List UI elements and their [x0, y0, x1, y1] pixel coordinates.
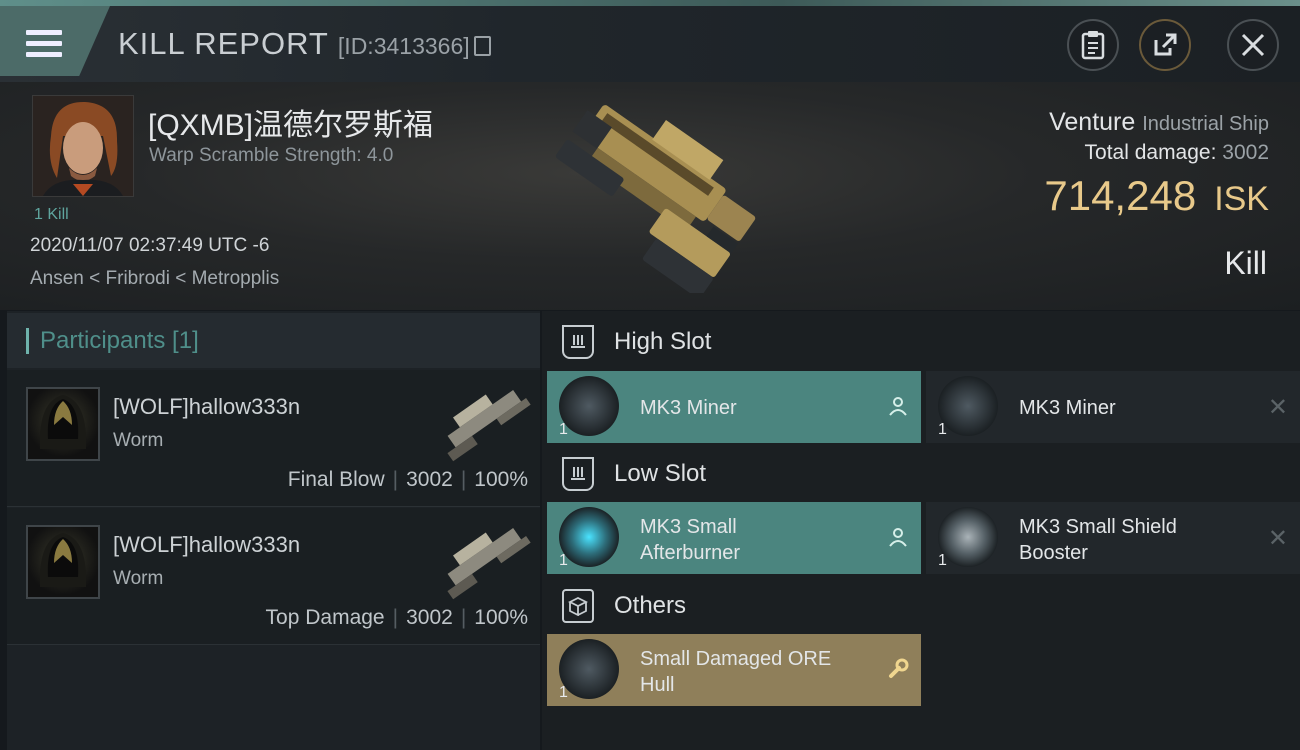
- high-slot-label: High Slot: [614, 328, 712, 355]
- others-header: Others: [562, 586, 686, 626]
- clipboard-button[interactable]: [1067, 19, 1119, 71]
- participant-avatar[interactable]: [26, 387, 100, 461]
- module-quantity: 1: [938, 421, 947, 438]
- victim-name: [QXMB]温德尔罗斯福: [148, 109, 434, 142]
- module-name: MK3 Small Afterburner: [640, 516, 741, 564]
- low-slot-label: Low Slot: [614, 460, 707, 487]
- miner-module-icon: [938, 376, 998, 436]
- kill-datetime: 2020/11/07 02:37:49 UTC -6: [30, 235, 270, 256]
- ship-class: Industrial Ship: [1142, 113, 1269, 135]
- module-item[interactable]: 1 MK3 Miner ✕: [926, 371, 1300, 443]
- module-item[interactable]: 1 Small Damaged ORE Hull: [547, 634, 921, 706]
- participant-damage: 3002: [406, 468, 453, 491]
- participant-role: Top Damage: [265, 606, 385, 629]
- participant-role: Final Blow: [287, 468, 385, 491]
- participant-ship: Worm: [113, 568, 164, 589]
- participant-stats: Top Damage | 3002 | 100%: [265, 606, 528, 629]
- participant-percent: 100%: [474, 606, 528, 629]
- participants-header: Participants [1]: [7, 313, 540, 368]
- shield-booster-module-icon: [938, 507, 998, 567]
- destroyed-x-icon: ✕: [1267, 525, 1288, 552]
- kill-id: [ID:3413366]: [337, 33, 470, 59]
- ship-name: Venture: [1049, 108, 1136, 136]
- dropped-person-icon: [889, 397, 907, 416]
- victim-kill-count: 1 Kill: [34, 206, 69, 223]
- low-slot-icon: [562, 457, 594, 491]
- module-name: Small Damaged ORE Hull: [640, 648, 832, 696]
- low-slot-header: Low Slot: [562, 454, 706, 494]
- module-item[interactable]: 1 MK3 Small Afterburner: [547, 502, 921, 574]
- wrench-icon: [889, 658, 909, 678]
- cargo-box-icon: [562, 589, 594, 623]
- module-quantity: 1: [938, 552, 947, 569]
- participant-name: [WOLF]hallow333n: [113, 532, 301, 557]
- portrait-icon: [33, 96, 133, 196]
- module-quantity: 1: [559, 684, 568, 701]
- miner-module-icon: [559, 376, 619, 436]
- participant-avatar[interactable]: [26, 525, 100, 599]
- participants-title: Participants [1]: [40, 327, 199, 354]
- menu-icon: [26, 30, 62, 58]
- module-name: MK3 Small Shield Booster: [1019, 516, 1177, 564]
- page-title: KILL REPORT [ID:3413366]: [118, 26, 491, 62]
- victim-ship-image: [555, 105, 756, 293]
- module-quantity: 1: [559, 552, 568, 569]
- isk-value: 714,248 ISK: [1044, 172, 1269, 220]
- total-damage: Total damage: 3002: [1085, 141, 1269, 165]
- participant-ship-image: [447, 389, 531, 462]
- participant-percent: 100%: [474, 468, 528, 491]
- kill-result: Kill: [1224, 245, 1267, 281]
- total-damage-label: Total damage:: [1084, 141, 1217, 164]
- page-title-text: KILL REPORT: [118, 26, 329, 61]
- hooded-portrait-icon: [39, 395, 87, 449]
- module-name: MK3 Miner: [1019, 397, 1116, 419]
- participant-name: [WOLF]hallow333n: [113, 394, 301, 419]
- high-slot-header: High Slot: [562, 322, 711, 362]
- ship-type: Venture Industrial Ship: [1049, 108, 1269, 137]
- total-damage-value: 3002: [1222, 141, 1269, 164]
- participant-row[interactable]: [WOLF]hallow333n Worm Final Blow | 3002 | 10…: [7, 370, 540, 507]
- participant-ship: Worm: [113, 430, 164, 451]
- share-icon: [1154, 33, 1177, 56]
- header-accent: [26, 328, 29, 354]
- high-slot-icon: [562, 325, 594, 359]
- destroyed-x-icon: ✕: [1267, 394, 1288, 421]
- isk-amount: 714,248: [1044, 172, 1197, 219]
- others-label: Others: [614, 592, 687, 619]
- warp-scramble-strength: Warp Scramble Strength: 4.0: [149, 145, 394, 166]
- module-quantity: 1: [559, 421, 568, 438]
- module-item[interactable]: 1 MK3 Small Shield Booster ✕: [926, 502, 1300, 574]
- participant-stats: Final Blow | 3002 | 100%: [287, 468, 528, 491]
- isk-unit: ISK: [1214, 180, 1269, 218]
- copy-icon[interactable]: [473, 36, 491, 56]
- ore-hull-icon: [559, 639, 619, 699]
- kill-location: Ansen < Fribrodi < Metropplis: [30, 268, 280, 289]
- module-name: MK3 Miner: [640, 397, 737, 419]
- clipboard-icon: [1081, 31, 1105, 60]
- close-icon: [1241, 33, 1265, 57]
- hooded-portrait-icon: [39, 533, 87, 587]
- participant-damage: 3002: [406, 606, 453, 629]
- share-button[interactable]: [1139, 19, 1191, 71]
- module-item[interactable]: 1 MK3 Miner: [547, 371, 921, 443]
- afterburner-module-icon: [559, 507, 619, 567]
- participant-ship-image: [447, 527, 531, 600]
- participant-row[interactable]: [WOLF]hallow333n Worm Top Damage | 3002 | 10…: [7, 508, 540, 645]
- victim-avatar[interactable]: [32, 95, 134, 197]
- close-button[interactable]: [1227, 19, 1279, 71]
- dropped-person-icon: [889, 528, 907, 547]
